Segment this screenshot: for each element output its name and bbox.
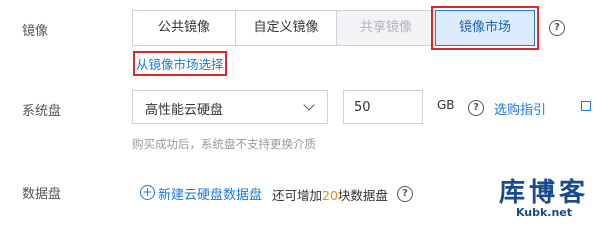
- watermark-title: 库博客: [498, 178, 589, 208]
- data-disk-label: 数据盘: [22, 187, 62, 202]
- system-disk-label: 系统盘: [22, 104, 62, 119]
- chevron-down-icon: [303, 99, 315, 111]
- tab-custom-image[interactable]: 自定义镜像: [235, 10, 337, 46]
- system-disk-help-icon[interactable]: ?: [468, 100, 484, 116]
- tab-public-image[interactable]: 公共镜像: [132, 10, 236, 46]
- plus-icon[interactable]: +: [140, 185, 155, 200]
- add-data-disk-link[interactable]: 新建云硬盘数据盘: [158, 184, 262, 203]
- data-disk-quota: 还可增加20块数据盘: [272, 185, 388, 204]
- image-label: 镜像: [22, 24, 49, 39]
- purchase-guide-link[interactable]: 选购指引: [494, 99, 546, 118]
- tab-shared-image[interactable]: 共享镜像: [336, 10, 436, 46]
- system-disk-hint: 购买成功后，系统盘不支持更换介质: [132, 137, 316, 151]
- image-help-icon[interactable]: ?: [549, 20, 565, 36]
- system-disk-type-select[interactable]: 高性能云硬盘: [132, 90, 328, 124]
- quota-suffix: 块数据盘: [337, 188, 388, 203]
- external-link-icon[interactable]: [581, 101, 591, 111]
- watermark-logo: 库博客 Kubk.net: [499, 172, 589, 219]
- tab-image-market[interactable]: 镜像市场: [431, 6, 539, 50]
- image-type-tabs: 公共镜像 自定义镜像 共享镜像 镜像市场: [132, 6, 539, 50]
- quota-prefix: 还可增加: [272, 188, 323, 203]
- select-from-market-link[interactable]: 从镜像市场选择: [133, 51, 227, 76]
- system-disk-size-input[interactable]: [343, 90, 423, 124]
- system-disk-type-value: 高性能云硬盘: [145, 103, 224, 118]
- quota-count: 20: [322, 188, 338, 203]
- size-unit: GB: [437, 98, 455, 112]
- data-disk-help-icon[interactable]: ?: [397, 186, 413, 202]
